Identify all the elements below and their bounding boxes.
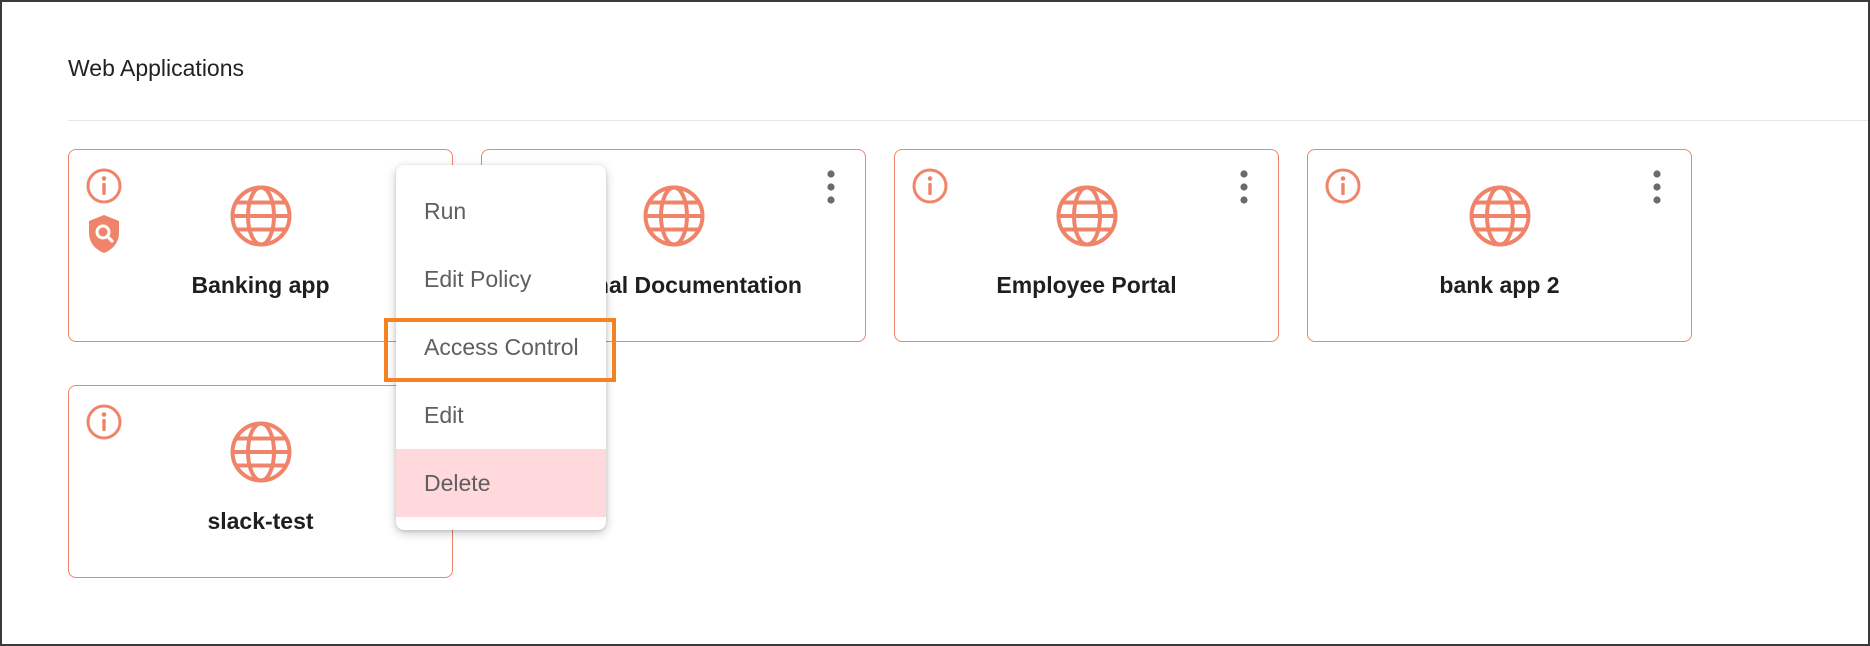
globe-icon <box>230 185 292 247</box>
globe-icon <box>1056 185 1118 247</box>
kebab-menu-icon[interactable] <box>825 169 837 205</box>
shield-search-icon <box>89 215 119 253</box>
app-frame: Web Applications Banking app Internal Do… <box>0 0 1870 646</box>
divider <box>68 120 1868 121</box>
info-icon[interactable] <box>85 403 123 441</box>
app-card-bank-app-2[interactable]: bank app 2 <box>1307 149 1692 342</box>
menu-item-edit[interactable]: Edit <box>396 381 606 449</box>
info-icon[interactable] <box>1324 167 1362 205</box>
kebab-menu-icon[interactable] <box>1651 169 1663 205</box>
globe-icon <box>643 185 705 247</box>
app-card-title: bank app 2 <box>1439 272 1560 298</box>
section-title: Web Applications <box>68 55 245 81</box>
app-card-title: slack-test <box>207 508 314 534</box>
info-icon[interactable] <box>85 167 123 205</box>
menu-item-run[interactable]: Run <box>396 177 606 245</box>
kebab-menu-icon[interactable] <box>1238 169 1250 205</box>
menu-item-access-control[interactable]: Access Control <box>396 313 606 381</box>
globe-icon <box>1469 185 1531 247</box>
app-card-employee-portal[interactable]: Employee Portal <box>894 149 1279 342</box>
menu-item-edit-policy[interactable]: Edit Policy <box>396 245 606 313</box>
globe-icon <box>230 421 292 483</box>
app-card-title: Banking app <box>191 272 330 298</box>
info-icon[interactable] <box>911 167 949 205</box>
context-menu: Run Edit Policy Access Control Edit Dele… <box>396 165 606 530</box>
app-card-title: Employee Portal <box>996 272 1177 298</box>
menu-item-delete[interactable]: Delete <box>396 449 606 517</box>
